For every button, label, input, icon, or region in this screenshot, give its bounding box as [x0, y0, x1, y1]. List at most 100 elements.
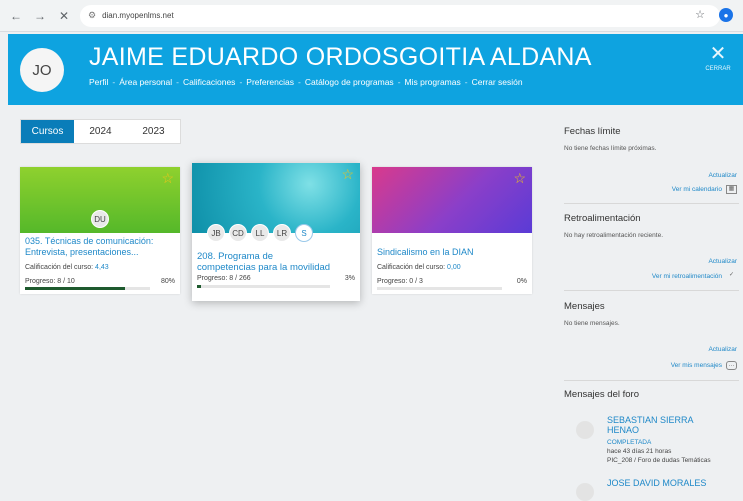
- teacher-avatar[interactable]: LL: [251, 224, 269, 242]
- close-icon[interactable]: ✕: [56, 8, 72, 24]
- feedback-link-label: Ver mi retroalimentación: [651, 273, 722, 281]
- course-title-line: Entrevista, presentaciones...: [25, 247, 139, 257]
- menu-area-personal[interactable]: Área personal: [119, 77, 172, 87]
- calendar-link-label: Ver mi calendario: [671, 186, 722, 194]
- forum-meta: COMPLETADA hace 43 días 21 horas PIC_208…: [607, 438, 711, 465]
- tab-2024[interactable]: 2024: [74, 120, 127, 143]
- grade-value: 0,00: [447, 264, 461, 271]
- user-avatar[interactable]: JO: [20, 48, 64, 92]
- course-title-line: Sindicalismo en la DIAN: [377, 247, 474, 257]
- progress-label: Progreso: 8 / 266: [197, 275, 251, 282]
- close-icon: ✕: [709, 43, 727, 65]
- calendar-link[interactable]: Ver mi calendario ▦: [672, 185, 737, 194]
- course-card[interactable]: ☆ JB CD LL LR S 208. Programa de compete…: [192, 163, 360, 301]
- divider: [564, 380, 739, 381]
- course-title[interactable]: 035. Técnicas de comunicación: Entrevist…: [25, 236, 153, 258]
- course-title-line: 208. Programa de: [197, 251, 274, 262]
- menu-perfil[interactable]: Perfil: [89, 77, 108, 87]
- deadlines-section: Fechas límite No tiene fechas límite pró…: [564, 126, 739, 152]
- menu-calificaciones[interactable]: Calificaciones: [183, 77, 235, 87]
- progress-bar: [377, 287, 502, 290]
- teacher-avatar[interactable]: S: [295, 224, 313, 242]
- progress-percent: 80%: [160, 278, 175, 285]
- teacher-avatar[interactable]: LR: [273, 224, 291, 242]
- deadlines-title: Fechas límite: [564, 126, 621, 137]
- forum-author-line: SEBASTIAN SIERRA: [607, 415, 694, 425]
- menu-mis-programas[interactable]: Mis programas: [405, 77, 461, 87]
- grade-label: Calificación del curso:: [377, 264, 446, 271]
- course-title-line: 035. Técnicas de comunicación:: [25, 236, 154, 246]
- course-progress: Progreso: 8 / 10 80%: [25, 278, 175, 285]
- course-card[interactable]: ☆ DU 035. Técnicas de comunicación: Entr…: [20, 167, 180, 294]
- close-header-button[interactable]: ✕ CERRAR: [703, 44, 733, 72]
- checkmark-icon: ✓: [728, 272, 735, 278]
- course-grade: Calificación del curso: 0,00: [377, 264, 461, 271]
- forum-status: COMPLETADA: [607, 439, 652, 446]
- course-progress: Progreso: 0 / 3 0%: [377, 278, 527, 285]
- favorite-star-icon[interactable]: ☆: [513, 170, 526, 187]
- course-banner: [372, 167, 532, 233]
- forum-avatar: [576, 421, 594, 439]
- divider: [564, 290, 739, 291]
- deadlines-text: No tiene fechas límite próximas.: [564, 145, 657, 152]
- profile-icon[interactable]: ●: [719, 8, 733, 22]
- teacher-avatar[interactable]: DU: [91, 210, 109, 228]
- star-icon[interactable]: ☆: [695, 8, 705, 22]
- menu-catalogo[interactable]: Catálogo de programas: [305, 77, 394, 87]
- tab-2023[interactable]: 2023: [127, 120, 180, 143]
- url-text: dian.myopenlms.net: [102, 11, 174, 20]
- forum-avatar: [576, 483, 594, 501]
- messages-refresh-link[interactable]: Actualizar: [708, 346, 737, 353]
- course-teachers: DU: [20, 210, 180, 228]
- forward-arrow-icon[interactable]: →: [32, 8, 48, 24]
- deadlines-refresh-link[interactable]: Actualizar: [708, 172, 737, 179]
- feedback-refresh-link[interactable]: Actualizar: [708, 258, 737, 265]
- forum-author-line: HENAO: [607, 425, 640, 435]
- messages-text: No tiene mensajes.: [564, 320, 620, 327]
- forum-place[interactable]: PIC_208 / Foro de dudas Temáticas: [607, 456, 711, 465]
- menu-preferencias[interactable]: Preferencias: [246, 77, 294, 87]
- messages-link[interactable]: Ver mis mensajes …: [671, 361, 737, 370]
- feedback-link[interactable]: Ver mi retroalimentación ✓: [652, 272, 737, 281]
- course-grade: Calificación del curso: 4,43: [25, 264, 109, 271]
- teacher-avatar[interactable]: CD: [229, 224, 247, 242]
- course-title-line: competencias para la movilidad: [197, 262, 331, 273]
- header-menu: Perfil - Área personal - Calificaciones - P…: [89, 77, 523, 87]
- address-bar[interactable]: ⚙ dian.myopenlms.net: [80, 4, 720, 27]
- course-tabs: Cursos 2024 2023: [20, 119, 181, 144]
- progress-fill: [197, 285, 201, 288]
- calendar-icon: ▦: [726, 185, 737, 194]
- course-title[interactable]: 208. Programa de competencias para la mo…: [197, 251, 330, 273]
- forum-section: Mensajes del foro: [564, 389, 739, 400]
- forum-time: hace 43 días 21 horas: [607, 448, 672, 455]
- back-arrow-icon[interactable]: ←: [8, 8, 24, 24]
- course-teachers: JB CD LL LR S: [192, 224, 360, 242]
- chat-icon: …: [726, 361, 737, 370]
- favorite-star-icon[interactable]: ☆: [341, 166, 354, 183]
- browser-toolbar: ← → ✕ ⚙ dian.myopenlms.net ☆ ●: [0, 0, 743, 32]
- progress-percent: 3%: [344, 275, 355, 282]
- course-progress: Progreso: 8 / 266 3%: [197, 275, 355, 282]
- forum-title: Mensajes del foro: [564, 389, 639, 400]
- forum-author[interactable]: JOSE DAVID MORALES: [607, 478, 737, 488]
- progress-bar: [197, 285, 330, 288]
- messages-section: Mensajes No tiene mensajes.: [564, 301, 739, 327]
- favorite-star-icon[interactable]: ☆: [161, 170, 174, 187]
- progress-label: Progreso: 8 / 10: [25, 278, 75, 285]
- progress-label: Progreso: 0 / 3: [377, 278, 423, 285]
- progress-percent: 0%: [516, 278, 527, 285]
- forum-author[interactable]: SEBASTIAN SIERRA HENAO: [607, 415, 737, 435]
- feedback-title: Retroalimentación: [564, 213, 641, 224]
- course-card[interactable]: ☆ Sindicalismo en la DIAN Calificación d…: [372, 167, 532, 294]
- user-header: JO JAIME EDUARDO ORDOSGOITIA ALDANA Perf…: [8, 34, 743, 105]
- progress-bar: [25, 287, 150, 290]
- course-title[interactable]: Sindicalismo en la DIAN: [377, 247, 474, 258]
- teacher-avatar[interactable]: JB: [207, 224, 225, 242]
- tab-cursos[interactable]: Cursos: [21, 120, 74, 143]
- site-info-icon[interactable]: ⚙: [88, 10, 96, 21]
- menu-cerrar-sesion[interactable]: Cerrar sesión: [472, 77, 523, 87]
- progress-fill: [25, 287, 125, 290]
- user-name: JAIME EDUARDO ORDOSGOITIA ALDANA: [89, 43, 592, 71]
- messages-link-label: Ver mis mensajes: [670, 362, 722, 370]
- feedback-section: Retroalimentación No hay retroalimentaci…: [564, 213, 739, 239]
